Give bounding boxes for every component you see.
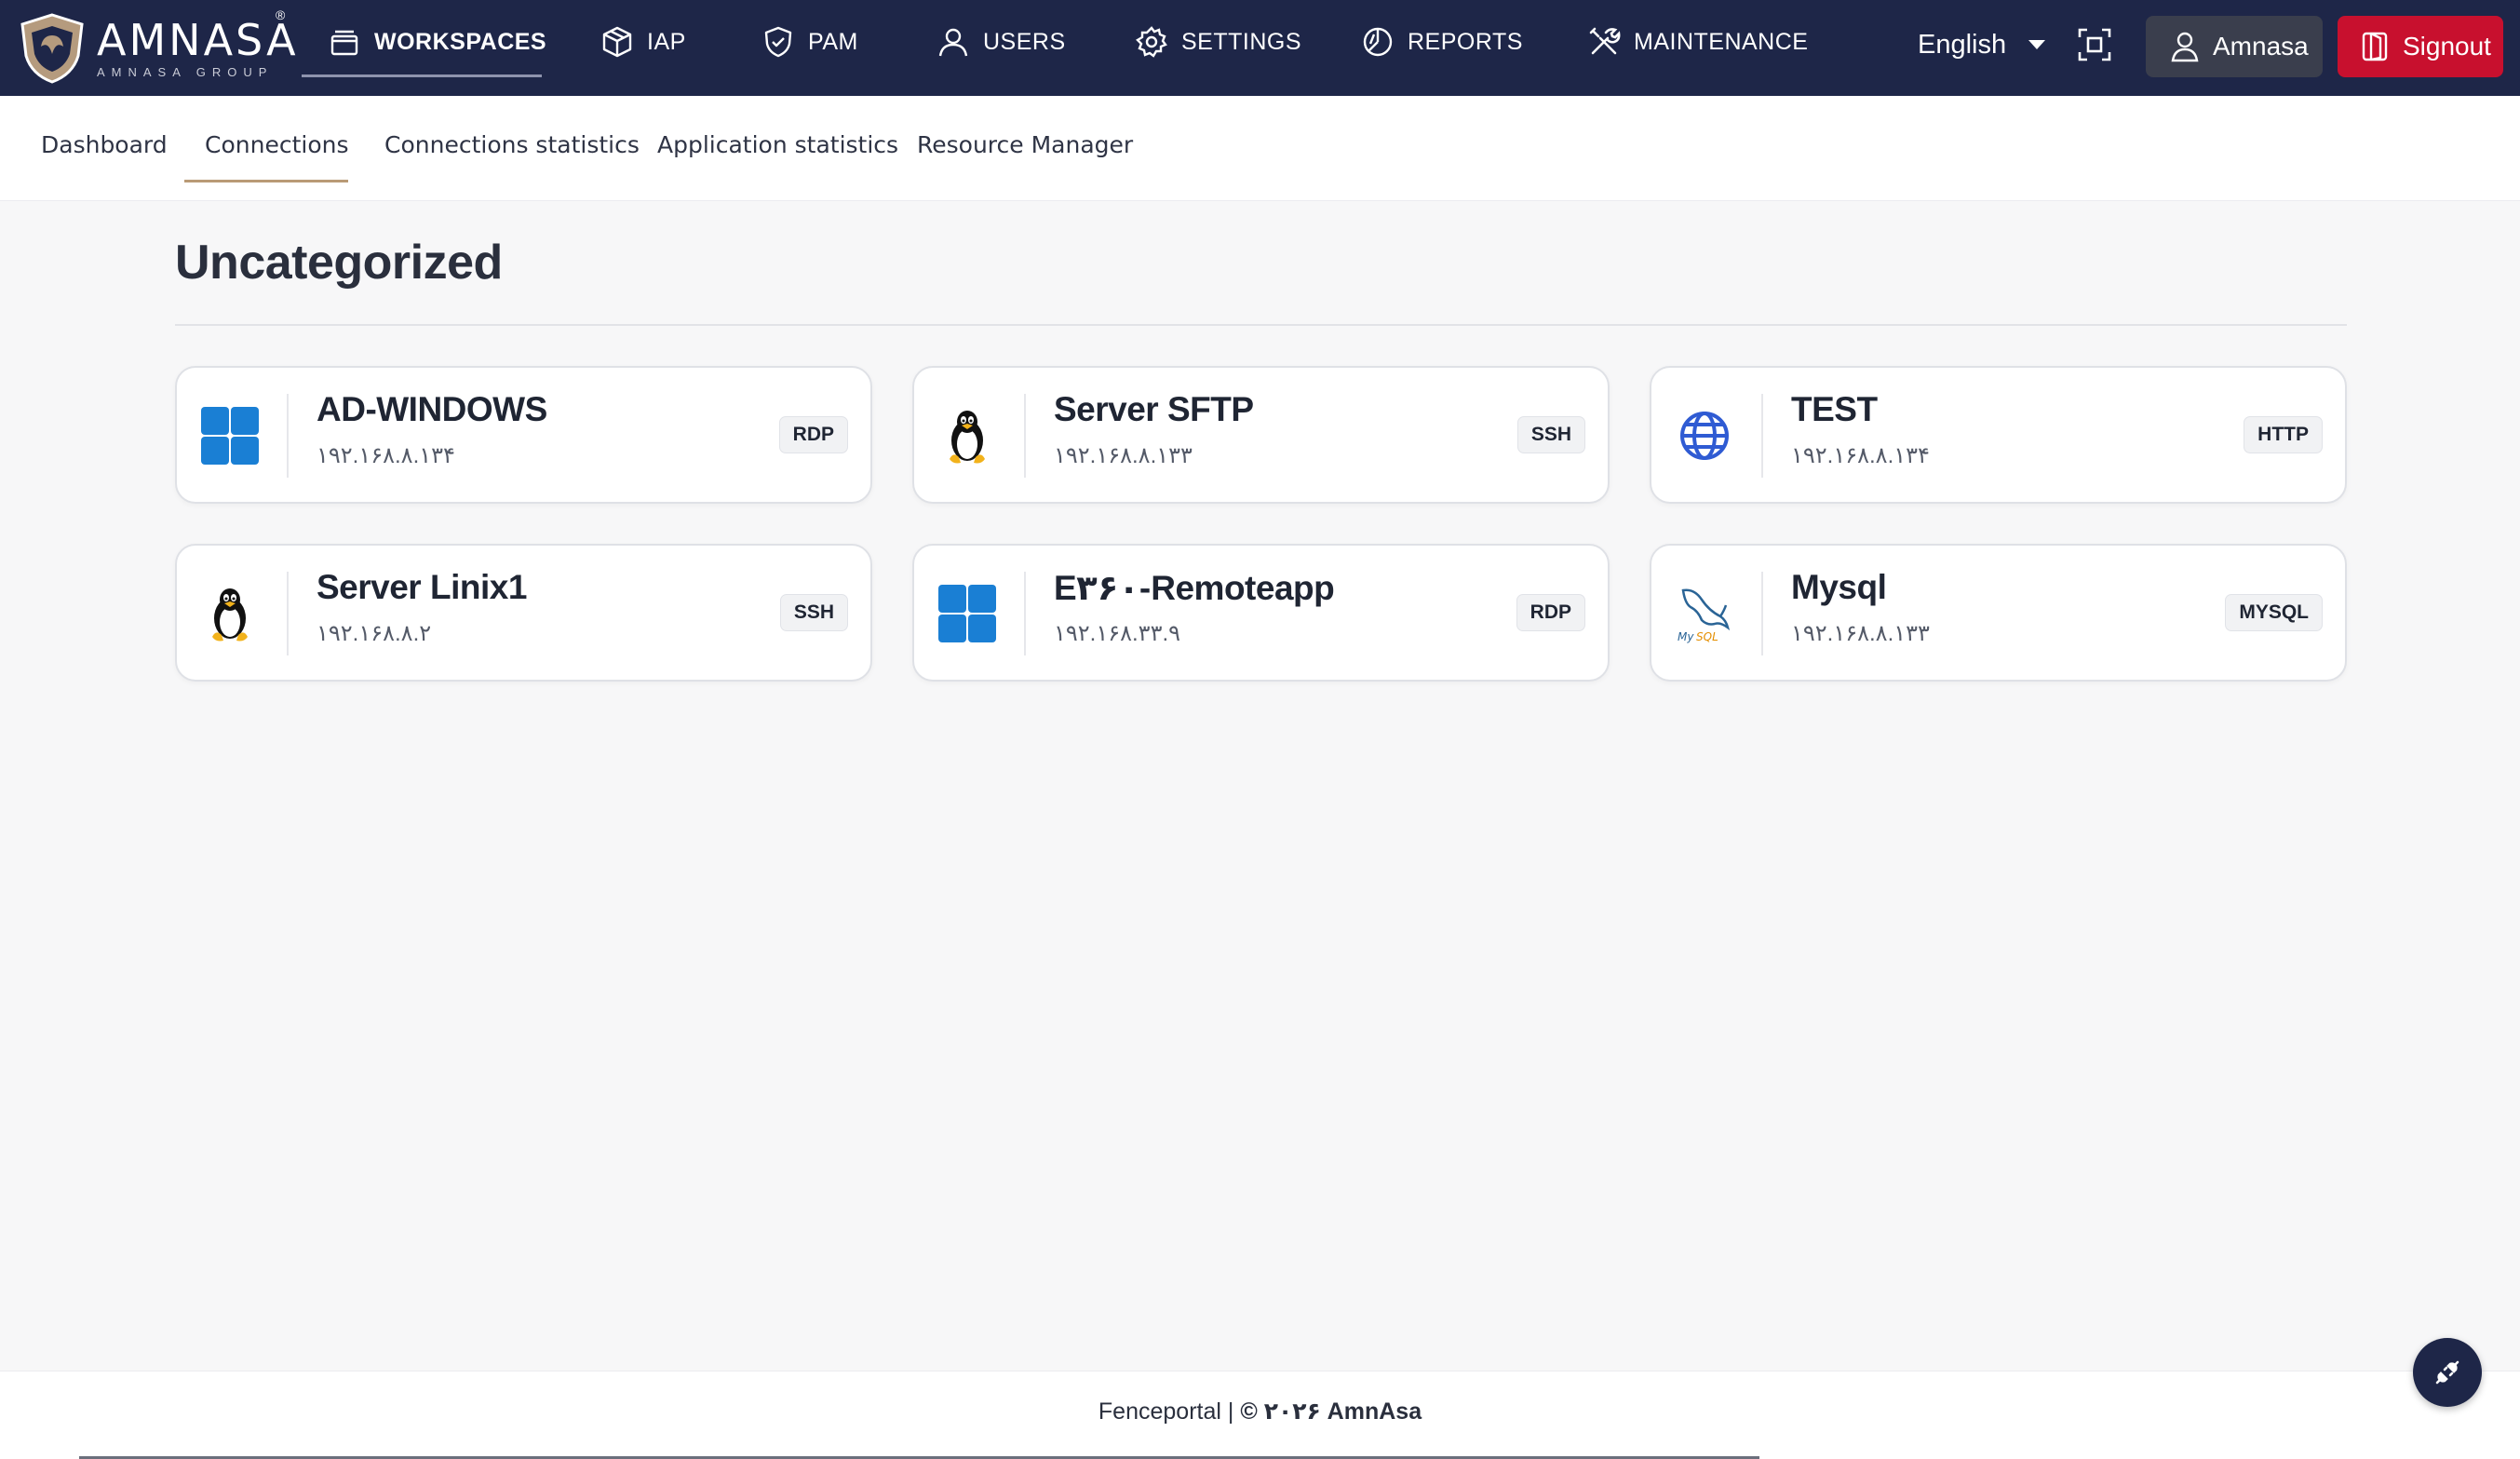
windows-icon bbox=[938, 585, 996, 642]
connection-ip: ۱۹۲.۱۶۸.۸.۲ bbox=[317, 621, 432, 646]
connection-card-ad-windows[interactable]: AD-WINDOWS ۱۹۲.۱۶۸.۸.۱۳۴ RDP bbox=[175, 366, 872, 504]
connection-ip: ۱۹۲.۱۶۸.۸.۱۳۳ bbox=[1791, 621, 1930, 646]
mysql-dolphin-icon: My SQL bbox=[1678, 588, 1731, 643]
door-exit-icon bbox=[2362, 32, 2388, 61]
tools-icon bbox=[1589, 27, 1621, 55]
card-divider bbox=[287, 394, 289, 478]
card-divider bbox=[287, 572, 289, 655]
linux-penguin-icon bbox=[212, 588, 248, 642]
connection-name: TEST bbox=[1791, 390, 1878, 428]
user-icon bbox=[938, 28, 968, 57]
card-divider bbox=[1024, 572, 1026, 655]
windows-icon bbox=[201, 407, 259, 465]
active-nav-underline bbox=[302, 74, 542, 77]
user-profile-button[interactable]: Amnasa bbox=[2146, 16, 2323, 77]
connection-name: E۳۶۰-Remoteapp bbox=[1054, 569, 1335, 607]
signout-button[interactable]: Signout bbox=[2338, 16, 2503, 77]
nav-maintenance[interactable]: MAINTENANCE bbox=[1587, 0, 1808, 84]
protocol-badge: RDP bbox=[1516, 594, 1585, 631]
nav-label: IAP bbox=[647, 28, 686, 55]
connection-name: AD-WINDOWS bbox=[317, 390, 547, 428]
language-label: English bbox=[1918, 29, 2007, 60]
nav-iap[interactable]: IAP bbox=[600, 0, 686, 84]
footer-copyright-owner: © ۲۰۲۶ AmnAsa bbox=[1240, 1398, 1422, 1425]
tab-connections-statistics[interactable]: Connections statistics bbox=[384, 131, 640, 158]
connection-card-server-sftp[interactable]: Server SFTP ۱۹۲.۱۶۸.۸.۱۳۳ SSH bbox=[912, 366, 1610, 504]
footer-product: Fenceportal bbox=[1098, 1398, 1221, 1425]
connection-name: Mysql bbox=[1791, 568, 1887, 606]
shield-check-icon bbox=[764, 26, 792, 58]
nav-users[interactable]: USERS bbox=[937, 0, 1066, 84]
connection-ip: ۱۹۲.۱۶۸.۳۳.۹ bbox=[1054, 621, 1181, 646]
language-selector[interactable]: English bbox=[1918, 22, 2046, 67]
protocol-badge: SSH bbox=[779, 594, 848, 631]
plug-icon bbox=[2435, 1360, 2459, 1385]
connection-card-test[interactable]: TEST ۱۹۲.۱۶۸.۸.۱۳۴ HTTP bbox=[1650, 366, 2347, 504]
active-tab-underline bbox=[184, 180, 348, 182]
page-footer: Fenceportal | © ۲۰۲۶ AmnAsa bbox=[0, 1371, 2520, 1459]
protocol-badge: HTTP bbox=[2244, 416, 2323, 453]
nav-label: WORKSPACES bbox=[374, 28, 547, 55]
nav-label: USERS bbox=[983, 28, 1066, 55]
connection-ip: ۱۹۲.۱۶۸.۸.۱۳۴ bbox=[317, 443, 455, 468]
connection-name: Server Linix1 bbox=[317, 568, 527, 606]
nav-settings[interactable]: SETTINGS bbox=[1135, 0, 1301, 84]
linux-penguin-icon bbox=[950, 411, 985, 464]
card-divider bbox=[1024, 394, 1026, 478]
nav-reports[interactable]: REPORTS bbox=[1361, 0, 1523, 84]
shield-logo-icon bbox=[20, 13, 84, 84]
nav-label: REPORTS bbox=[1408, 28, 1523, 55]
footer-copyright: Fenceportal | © ۲۰۲۶ AmnAsa bbox=[0, 1398, 2520, 1425]
fullscreen-icon[interactable] bbox=[2076, 26, 2113, 63]
window-stack-icon bbox=[330, 30, 358, 56]
nav-workspaces[interactable]: WORKSPACES bbox=[328, 0, 546, 84]
section-title: Uncategorized bbox=[175, 236, 503, 290]
brand-name: AMNASA bbox=[97, 14, 299, 65]
user-icon bbox=[2171, 32, 2199, 62]
cube-icon bbox=[602, 26, 632, 58]
connect-plug-button[interactable] bbox=[2413, 1338, 2482, 1407]
card-divider bbox=[1761, 572, 1763, 655]
nav-label: MAINTENANCE bbox=[1634, 28, 1809, 55]
connection-card-mysql[interactable]: My SQL Mysql ۱۹۲.۱۶۸.۸.۱۳۳ MYSQL bbox=[1650, 544, 2347, 682]
svg-text:My: My bbox=[1678, 630, 1694, 643]
chevron-down-icon bbox=[2028, 40, 2046, 49]
protocol-badge: RDP bbox=[778, 416, 848, 453]
protocol-badge: MYSQL bbox=[2225, 594, 2323, 631]
connection-ip: ۱۹۲.۱۶۸.۸.۱۳۳ bbox=[1054, 443, 1193, 468]
signout-label: Signout bbox=[2403, 32, 2491, 61]
connection-card-e360-remoteapp[interactable]: E۳۶۰-Remoteapp ۱۹۲.۱۶۸.۳۳.۹ RDP bbox=[912, 544, 1610, 682]
footer-separator: | bbox=[1220, 1398, 1241, 1425]
pie-chart-icon bbox=[1363, 27, 1393, 57]
top-navigation-bar: AMNASA AMNASA GROUP ® WORKSPACES IAP PAM… bbox=[0, 0, 2520, 96]
svg-text:SQL: SQL bbox=[1696, 630, 1718, 643]
user-name: Amnasa bbox=[2213, 32, 2309, 61]
globe-icon bbox=[1680, 412, 1729, 460]
amnasa-logo[interactable]: AMNASA AMNASA GROUP bbox=[19, 11, 299, 86]
brand-tagline: AMNASA GROUP bbox=[97, 64, 274, 79]
nav-label: PAM bbox=[808, 28, 858, 55]
gear-icon bbox=[1136, 26, 1167, 58]
section-divider bbox=[175, 324, 2347, 326]
registered-mark: ® bbox=[276, 7, 286, 22]
connection-name: Server SFTP bbox=[1054, 390, 1254, 428]
tab-connections[interactable]: Connections bbox=[205, 131, 348, 158]
connection-ip: ۱۹۲.۱۶۸.۸.۱۳۴ bbox=[1791, 443, 1930, 468]
connection-card-server-linix1[interactable]: Server Linix1 ۱۹۲.۱۶۸.۸.۲ SSH bbox=[175, 544, 872, 682]
sub-navigation-tabs: Dashboard Connections Connections statis… bbox=[0, 96, 2520, 201]
card-divider bbox=[1761, 394, 1763, 478]
nav-label: SETTINGS bbox=[1181, 28, 1302, 55]
tab-resource-manager[interactable]: Resource Manager bbox=[917, 131, 1133, 158]
protocol-badge: SSH bbox=[1516, 416, 1585, 453]
tab-dashboard[interactable]: Dashboard bbox=[41, 131, 168, 158]
tab-application-statistics[interactable]: Application statistics bbox=[657, 131, 898, 158]
nav-pam[interactable]: PAM bbox=[761, 0, 858, 84]
